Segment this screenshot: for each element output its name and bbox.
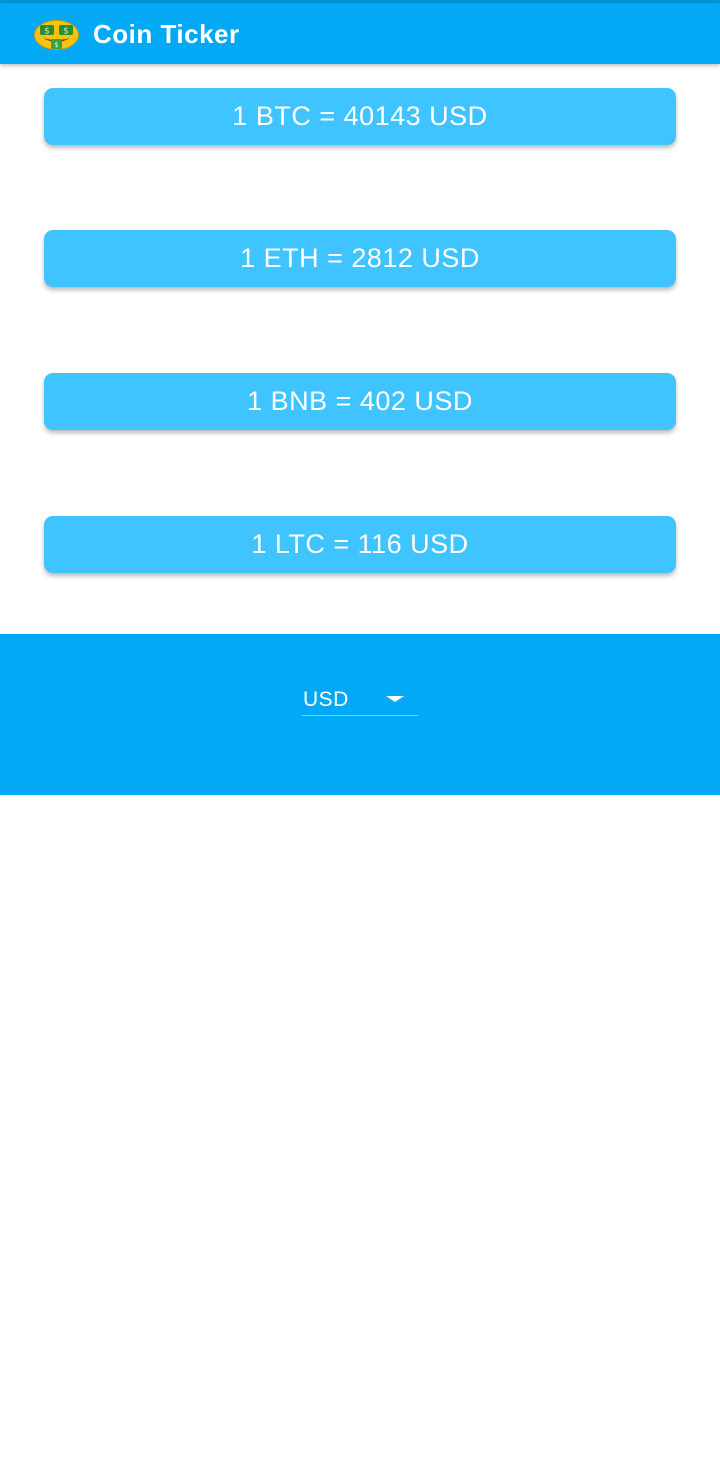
app-title: Coin Ticker (93, 19, 240, 49)
rate-text-bnb: 1 BNB = 402 USD (247, 386, 473, 416)
rate-card-eth[interactable]: 1 ETH = 2812 USD (44, 230, 676, 287)
rate-card-btc[interactable]: 1 BTC = 40143 USD (44, 88, 676, 145)
dropdown-arrow-icon (386, 696, 404, 702)
rate-text-btc: 1 BTC = 40143 USD (232, 101, 488, 131)
currency-dropdown[interactable]: USD (302, 682, 418, 716)
svg-text:$: $ (63, 27, 69, 37)
svg-text:$: $ (54, 41, 58, 49)
currency-dropdown-value: USD (303, 688, 349, 711)
rate-text-ltc: 1 LTC = 116 USD (251, 529, 469, 559)
app-bar: $ $ $ Coin Ticker (0, 3, 720, 64)
rate-card-bnb[interactable]: 1 BNB = 402 USD (44, 373, 676, 430)
money-mouth-face-icon: $ $ $ (34, 20, 79, 50)
rate-card-ltc[interactable]: 1 LTC = 116 USD (44, 516, 676, 573)
rate-text-eth: 1 ETH = 2812 USD (240, 243, 480, 273)
svg-text:$: $ (44, 27, 50, 37)
